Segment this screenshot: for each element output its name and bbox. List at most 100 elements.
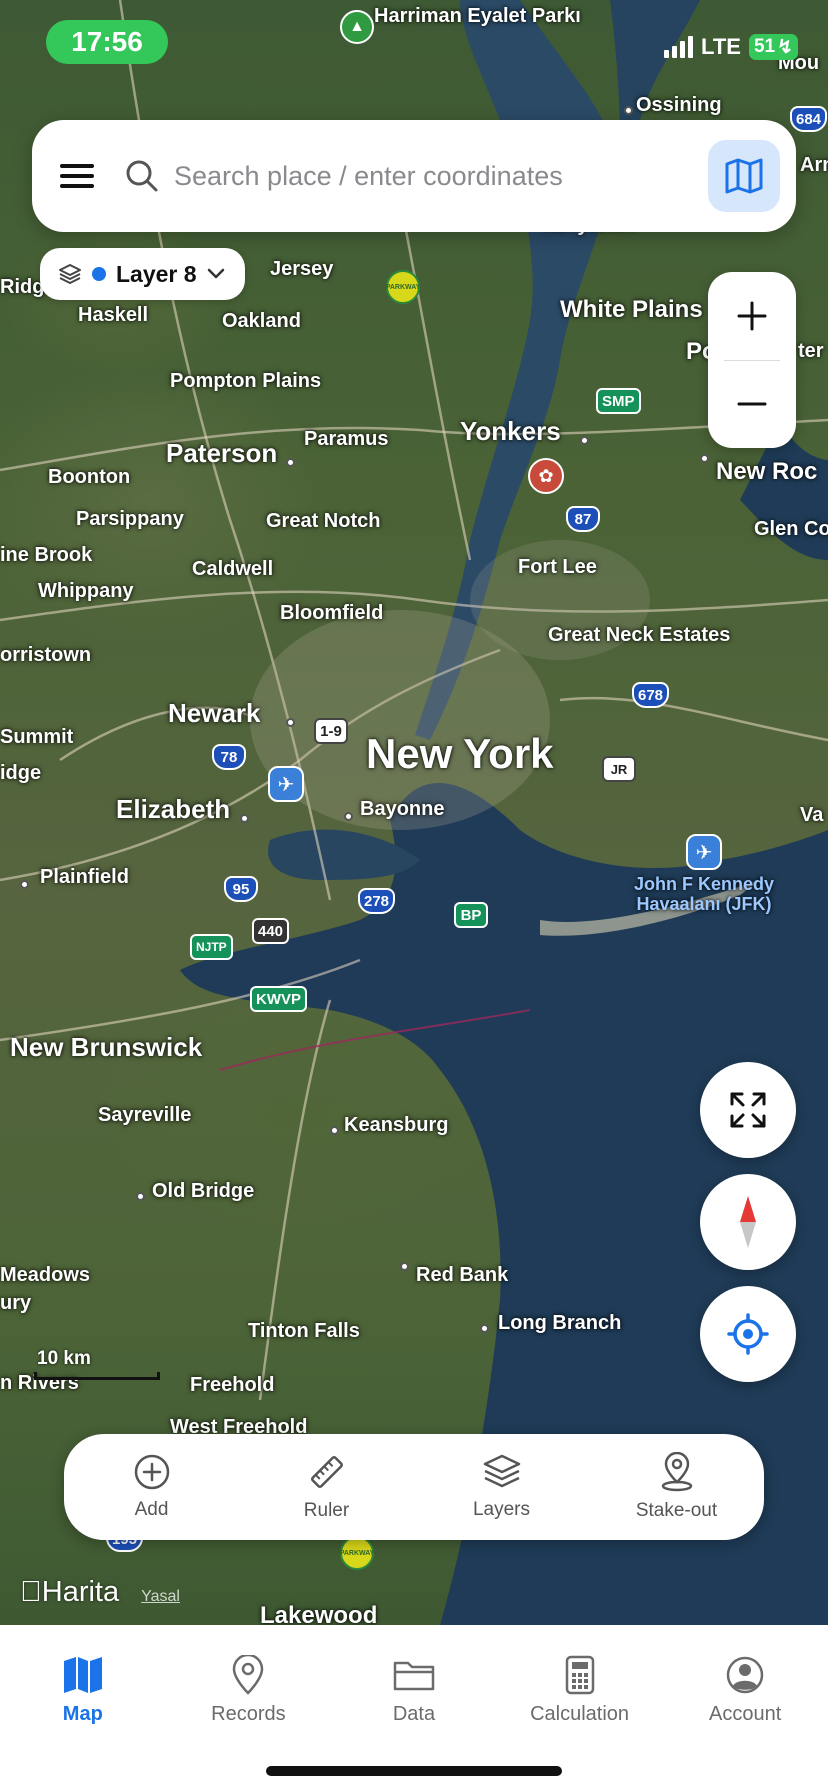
home-indicator xyxy=(266,1766,562,1776)
expand-icon xyxy=(730,1092,766,1128)
layer-selector[interactable]: Layer 8 xyxy=(40,248,245,300)
route-shield: JR xyxy=(602,756,636,782)
search-bar xyxy=(32,120,796,232)
city-dot xyxy=(580,436,589,445)
place-label: Ossining xyxy=(636,94,722,116)
route-shield: 684 xyxy=(790,106,828,132)
place-label: Freehold xyxy=(190,1374,275,1396)
person-icon xyxy=(726,1656,764,1694)
hamburger-menu-button[interactable] xyxy=(32,120,122,232)
place-label: Bayonne xyxy=(360,798,445,820)
layers-button[interactable]: Layers xyxy=(422,1453,582,1521)
map-style-button[interactable] xyxy=(708,140,780,212)
place-label: Meadows xyxy=(0,1264,91,1286)
tool-label: Add xyxy=(134,1499,169,1520)
my-location-button[interactable] xyxy=(700,1286,796,1382)
tree-icon[interactable]: ▲ xyxy=(340,10,374,44)
place-label: Long Branch xyxy=(498,1312,622,1334)
tab-label: Data xyxy=(392,1703,436,1725)
route-shield: 87 xyxy=(566,506,600,532)
airplane-icon[interactable]: ✈ xyxy=(268,766,304,802)
zoom-in-button[interactable] xyxy=(708,272,796,360)
tool-label: Ruler xyxy=(303,1500,350,1521)
stake-out-button[interactable]: Stake-out xyxy=(597,1452,757,1522)
place-label: Harriman Eyalet Parkı xyxy=(374,5,581,27)
city-dot xyxy=(286,458,295,467)
fullscreen-button[interactable] xyxy=(700,1062,796,1158)
tab-label: Records xyxy=(211,1703,286,1725)
city-dot xyxy=(624,106,633,115)
apple-maps-logo: Harita xyxy=(20,1576,119,1609)
place-label: Summit xyxy=(0,726,74,748)
minus-icon xyxy=(737,402,767,406)
place-label: ter xyxy=(798,340,824,362)
zoom-out-button[interactable] xyxy=(708,360,796,448)
city-dot xyxy=(700,454,709,463)
status-indicators: LTE 51 ↯ xyxy=(664,34,798,60)
place-label: New York xyxy=(366,730,554,777)
place-label: Arm xyxy=(800,154,828,176)
place-label: orristown xyxy=(0,644,92,666)
place-label: Great Notch xyxy=(266,510,381,532)
place-label: Jersey xyxy=(270,258,334,280)
attribution-brand: Harita xyxy=(20,1576,119,1608)
place-label: ury xyxy=(0,1292,32,1314)
map-attribution: Harita Yasal xyxy=(20,1576,180,1609)
place-label: Haskell xyxy=(78,304,149,326)
place-label: Paramus xyxy=(304,428,389,450)
city-dot xyxy=(286,718,295,727)
tool-label: Stake-out xyxy=(635,1500,718,1521)
network-type: LTE xyxy=(701,34,741,59)
temple-icon[interactable]: ✿ xyxy=(528,458,564,494)
place-label: Pompton Plains xyxy=(170,370,322,392)
city-dot xyxy=(240,814,249,823)
place-label: Parsippany xyxy=(76,508,184,530)
place-label: Glen Co xyxy=(754,518,828,540)
route-shield: 1-9 xyxy=(314,718,348,744)
place-label: Va xyxy=(800,804,824,826)
calculator-icon xyxy=(565,1655,594,1695)
route-shield: 95 xyxy=(224,876,258,902)
place-label: Old Bridge xyxy=(152,1180,255,1202)
search-icon xyxy=(122,156,162,196)
route-shield: NJTP xyxy=(190,934,233,960)
city-dot xyxy=(136,1192,145,1201)
ruler-icon xyxy=(310,1456,343,1488)
place-label: New Brunswick xyxy=(10,1032,203,1062)
route-shield: 678 xyxy=(632,682,670,708)
place-label: Red Bank xyxy=(416,1264,509,1286)
tab-account[interactable]: Account xyxy=(670,1655,820,1792)
add-button[interactable]: Add xyxy=(72,1453,232,1521)
place-label: Sayreville xyxy=(98,1104,192,1126)
city-dot xyxy=(344,812,353,821)
airplane-icon[interactable]: ✈ xyxy=(686,834,722,870)
ruler-button[interactable]: Ruler xyxy=(247,1452,407,1522)
legal-link[interactable]: Yasal xyxy=(141,1588,180,1606)
place-label: Whippany xyxy=(38,580,134,602)
plus-icon xyxy=(737,301,767,331)
place-label: Yonkers xyxy=(460,416,561,446)
map-view[interactable]: Harriman Eyalet Parkı Ossining Tarrytown… xyxy=(0,0,828,1625)
parkway-icon[interactable]: PARKWAY xyxy=(386,270,420,304)
folder-icon xyxy=(393,1661,435,1691)
tab-map[interactable]: Map xyxy=(8,1655,158,1792)
city-dot xyxy=(480,1324,489,1333)
place-label: Elizabeth xyxy=(116,794,231,824)
layer-color-dot xyxy=(92,267,106,281)
parkway-icon[interactable]: PARKWAY xyxy=(340,1536,374,1570)
map-icon xyxy=(63,1657,102,1693)
chevron-down-icon xyxy=(207,268,224,279)
scale-bar xyxy=(34,1372,160,1380)
status-time: 17:56 xyxy=(46,20,168,64)
place-label: Oakland xyxy=(222,310,301,332)
search-input[interactable] xyxy=(174,160,644,192)
compass-button[interactable] xyxy=(700,1174,796,1270)
route-shield: 440 xyxy=(252,918,290,944)
zoom-controls xyxy=(708,272,796,448)
route-shield: SMP xyxy=(596,388,641,414)
compass-icon xyxy=(740,1196,756,1248)
layers-icon xyxy=(483,1454,520,1488)
place-label: idge xyxy=(0,762,42,784)
place-label: Keansburg xyxy=(344,1114,449,1136)
route-shield: KWVP xyxy=(250,986,307,1012)
